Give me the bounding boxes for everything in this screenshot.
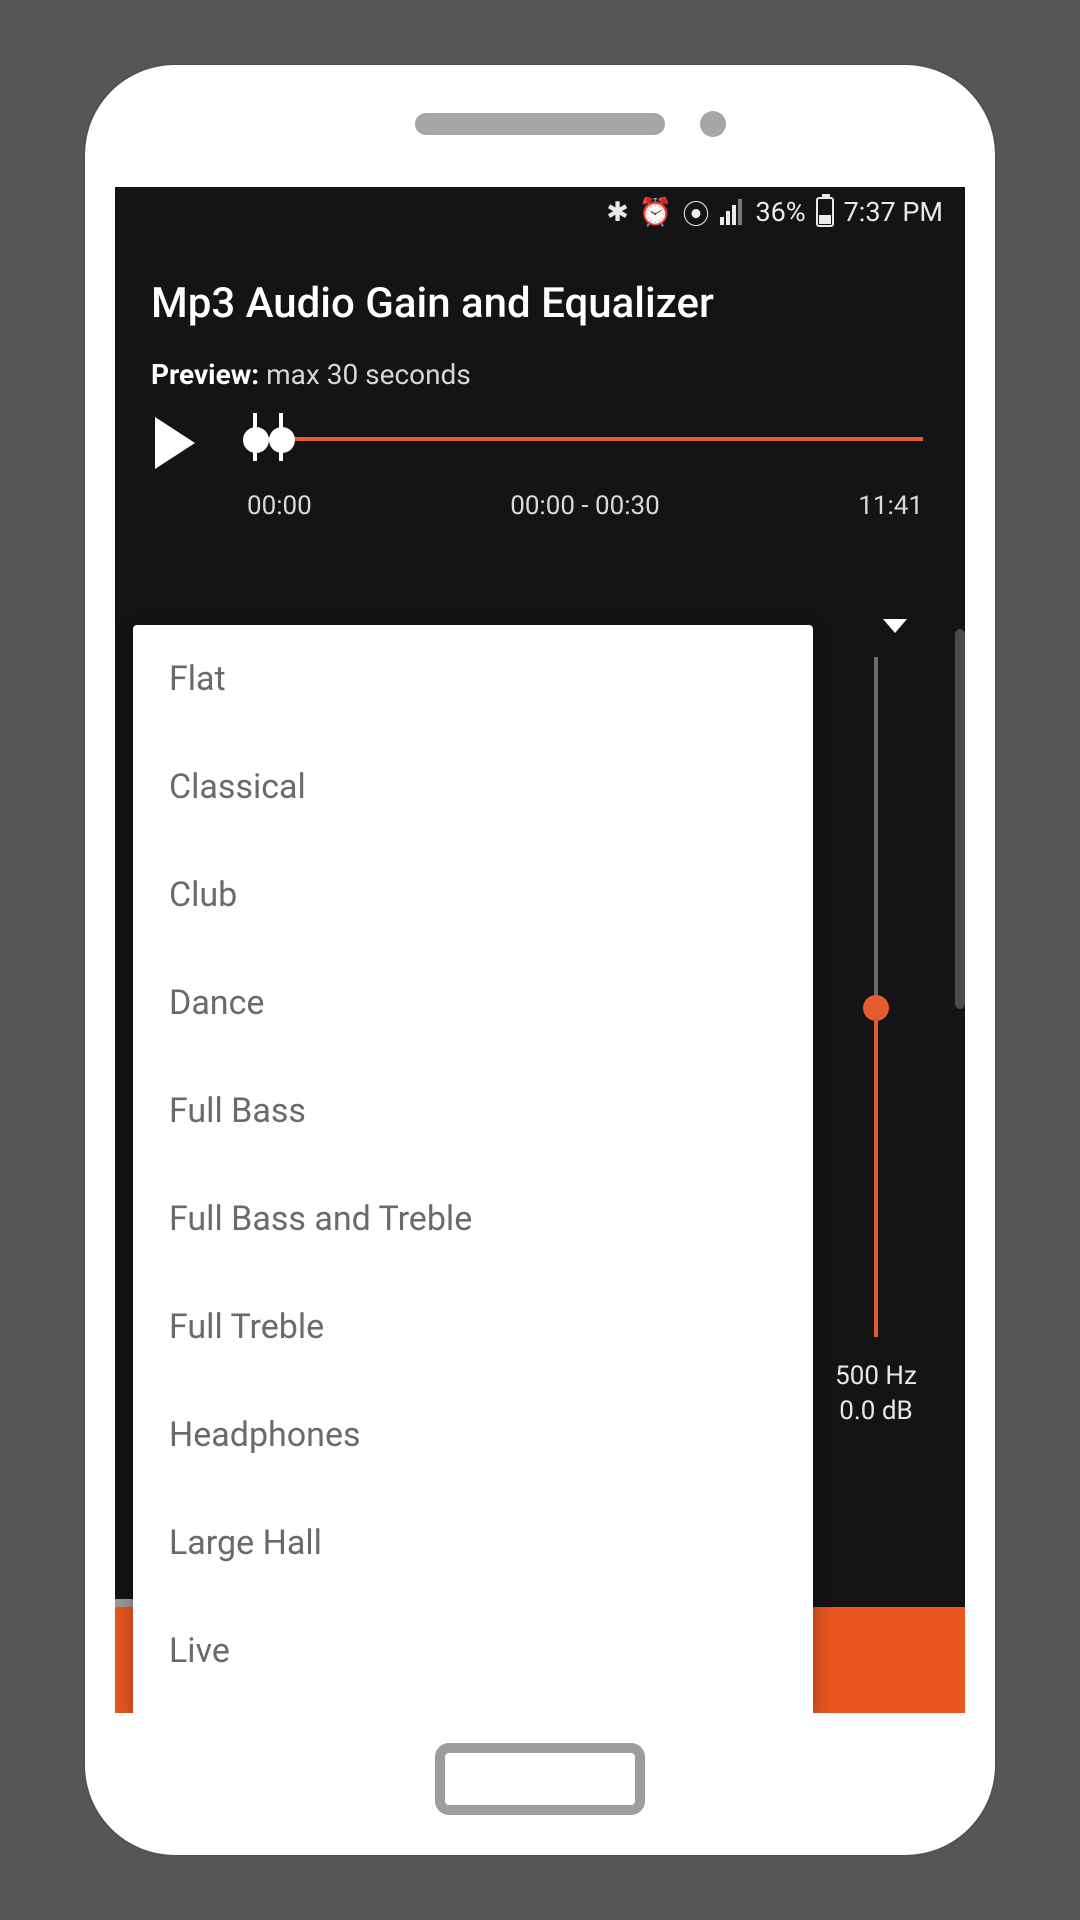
clock: 7:37 PM: [844, 196, 943, 228]
time-start: 00:00: [247, 491, 312, 521]
play-button[interactable]: [155, 417, 195, 469]
battery-icon: [816, 197, 834, 227]
wifi-icon: ⦿: [683, 193, 710, 232]
chevron-down-icon[interactable]: [883, 619, 907, 633]
seek-track[interactable]: [245, 437, 923, 441]
preview-label: Preview:: [151, 358, 259, 391]
preset-item-headphones[interactable]: Headphones: [133, 1381, 813, 1489]
preset-item-dance[interactable]: Dance: [133, 949, 813, 1057]
range-start-handle[interactable]: [243, 427, 269, 453]
status-bar: ✱ ⏰ ⦿ 36% 7:37 PM: [115, 187, 965, 237]
preset-item-club[interactable]: Club: [133, 841, 813, 949]
preset-item-full-treble[interactable]: Full Treble: [133, 1273, 813, 1381]
preset-item-large-hall[interactable]: Large Hall: [133, 1489, 813, 1597]
eq-band: 500 Hz 0.0 dB: [831, 657, 921, 1429]
eq-slider-track[interactable]: [874, 657, 878, 1337]
bluetooth-icon: ✱: [606, 196, 629, 228]
preview-row: Preview: max 30 seconds: [115, 358, 965, 391]
eq-slider-fill: [874, 997, 878, 1337]
page-title: Mp3 Audio Gain and Equalizer: [115, 237, 965, 358]
eq-slider-thumb[interactable]: [863, 995, 889, 1021]
signal-icon: [720, 199, 742, 225]
preset-item-live[interactable]: Live: [133, 1597, 813, 1705]
phone-frame: ✱ ⏰ ⦿ 36% 7:37 PM Mp3 Audio Gain and Equ…: [85, 65, 995, 1855]
preset-item-flat[interactable]: Flat: [133, 625, 813, 733]
scroll-indicator: [955, 629, 965, 1009]
preset-item-full-bass[interactable]: Full Bass: [133, 1057, 813, 1165]
player: 00:00 00:00 - 00:30 11:41: [115, 391, 965, 531]
time-total: 11:41: [858, 491, 923, 521]
phone-earpiece: [415, 113, 665, 135]
eq-freq-label: 500 Hz: [831, 1359, 921, 1394]
eq-gain-label: 0.0 dB: [831, 1394, 921, 1429]
screen: ✱ ⏰ ⦿ 36% 7:37 PM Mp3 Audio Gain and Equ…: [115, 187, 965, 1713]
preset-item-full-bass-treble[interactable]: Full Bass and Treble: [133, 1165, 813, 1273]
app-body: Mp3 Audio Gain and Equalizer Preview: ma…: [115, 237, 965, 1713]
preview-value: max 30 seconds: [266, 358, 471, 391]
home-button[interactable]: [435, 1743, 645, 1815]
alarm-icon: ⏰: [639, 196, 673, 228]
preset-item-classical[interactable]: Classical: [133, 733, 813, 841]
preset-dropdown: Flat Classical Club Dance Full Bass Full…: [133, 625, 813, 1713]
phone-sensor: [700, 111, 726, 137]
battery-percent: 36%: [756, 196, 806, 228]
time-range: 00:00 - 00:30: [510, 491, 660, 521]
range-end-handle[interactable]: [269, 427, 295, 453]
